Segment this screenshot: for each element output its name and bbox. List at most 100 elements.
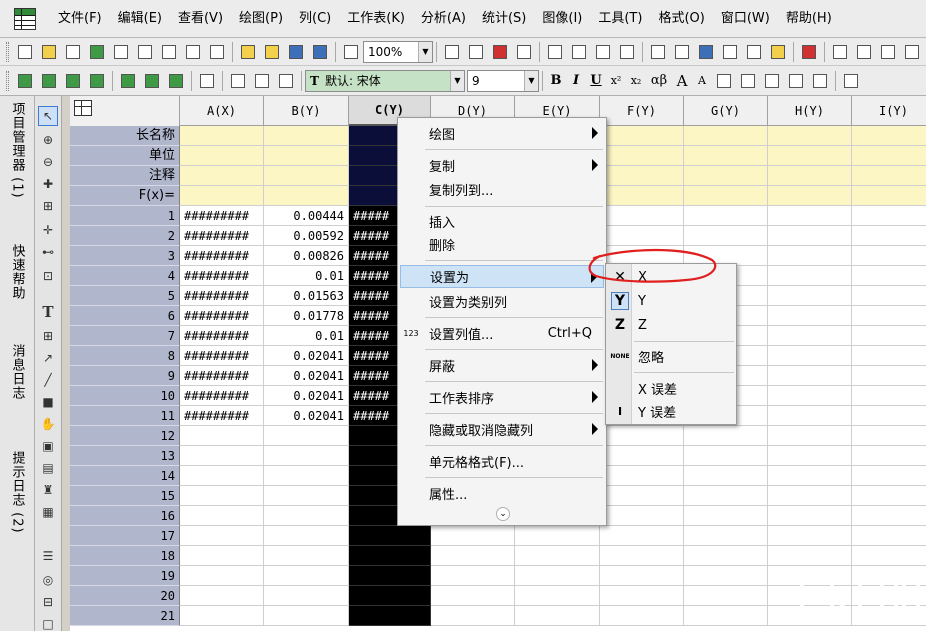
cell-i[interactable] [852, 466, 926, 486]
cell-i[interactable] [852, 266, 926, 286]
cell-h[interactable] [768, 446, 852, 466]
row-header[interactable]: 21 [70, 606, 180, 626]
cell-a[interactable] [180, 126, 264, 146]
row-header[interactable]: 4 [70, 266, 180, 286]
cell-h[interactable] [768, 286, 852, 306]
cell-c[interactable] [349, 526, 431, 546]
cell-d[interactable] [431, 586, 515, 606]
add-column-icon[interactable] [798, 41, 820, 63]
submenu-item-y[interactable]: YY [608, 290, 734, 313]
results-log-icon[interactable] [513, 41, 535, 63]
worksheet-properties-icon[interactable] [86, 70, 108, 92]
underline-style-icon[interactable] [713, 70, 735, 92]
bold-button[interactable]: B [546, 70, 566, 92]
cell-a[interactable] [180, 166, 264, 186]
cell-h[interactable] [768, 206, 852, 226]
font-select[interactable]: T 默认: 宋体 ▼ [305, 69, 465, 92]
cell-b[interactable]: 0.01778 [264, 306, 349, 326]
cell-b[interactable] [264, 146, 349, 166]
cell-a[interactable] [180, 606, 264, 626]
cell-b[interactable]: 0.00444 [264, 206, 349, 226]
menu-item-set-as[interactable]: 设置为 [400, 265, 604, 288]
transpose-icon[interactable] [165, 70, 187, 92]
cell-b[interactable] [264, 606, 349, 626]
equation-tool-icon[interactable]: ⊟ [38, 592, 58, 612]
cell-b[interactable] [264, 586, 349, 606]
menu-item-copy[interactable]: 复制 [400, 154, 604, 177]
data-reader-icon[interactable]: ⊞ [38, 196, 58, 216]
cell-h[interactable] [768, 246, 852, 266]
cell-b[interactable] [264, 186, 349, 206]
menu-item-sort-worksheet[interactable]: 工作表排序 [400, 386, 604, 409]
row-header[interactable]: 6 [70, 306, 180, 326]
cell-a[interactable]: ######### [180, 286, 264, 306]
cell-i[interactable] [852, 166, 926, 186]
row-header[interactable]: 12 [70, 426, 180, 446]
row-header[interactable]: 14 [70, 466, 180, 486]
cell-h[interactable] [768, 526, 852, 546]
menu-item-hide-unhide-columns[interactable]: 隐藏或取消隐藏列 [400, 418, 604, 441]
row-header[interactable]: 9 [70, 366, 180, 386]
superscript-button[interactable]: x² [606, 70, 626, 92]
calendar-icon[interactable] [743, 41, 765, 63]
cell-a[interactable] [180, 526, 264, 546]
cell-e[interactable] [515, 526, 600, 546]
cell-a[interactable] [180, 586, 264, 606]
menu-image[interactable]: 图像(I) [534, 7, 590, 31]
meta-row-label[interactable]: 单位 [70, 146, 180, 166]
menu-plot[interactable]: 绘图(P) [231, 7, 291, 31]
cell-h[interactable] [768, 546, 852, 566]
row-header[interactable]: 15 [70, 486, 180, 506]
project-explorer-icon[interactable] [647, 41, 669, 63]
submenu-item-y-error[interactable]: I Y 误差 [608, 400, 734, 423]
stack-columns-icon[interactable] [117, 70, 139, 92]
new-excel-icon[interactable] [86, 41, 108, 63]
cell-a[interactable] [180, 566, 264, 586]
cell-i[interactable] [852, 386, 926, 406]
zoom-out-icon[interactable]: ⊖ [38, 152, 58, 172]
new-layout-icon[interactable] [182, 41, 204, 63]
cell-i[interactable] [852, 326, 926, 346]
col-header-g[interactable]: G(Y) [684, 96, 768, 126]
menu-file[interactable]: 文件(F) [50, 7, 110, 31]
cell-e[interactable] [515, 586, 600, 606]
rectangle-tool-icon[interactable]: ■ [38, 392, 58, 412]
new-function-icon[interactable] [134, 41, 156, 63]
cell-a[interactable] [180, 486, 264, 506]
menu-help[interactable]: 帮助(H) [778, 7, 840, 31]
row-header[interactable]: 17 [70, 526, 180, 546]
decrease-font-button[interactable]: A [692, 70, 712, 92]
meta-row-label[interactable]: F(x)= [70, 186, 180, 206]
cell-h[interactable] [768, 426, 852, 446]
menu-item-properties[interactable]: 属性... [400, 482, 604, 505]
cell-b[interactable] [264, 486, 349, 506]
add-new-columns-icon[interactable] [14, 70, 36, 92]
cell-a[interactable] [180, 146, 264, 166]
command-window-icon[interactable] [592, 41, 614, 63]
cell-b[interactable] [264, 466, 349, 486]
font-color-icon[interactable] [809, 70, 831, 92]
menu-item-cell-format[interactable]: 单元格格式(F)... [400, 450, 604, 473]
cell-b[interactable]: 0.02041 [264, 406, 349, 426]
screen-reader-icon[interactable]: ✚ [38, 174, 58, 194]
cell-h[interactable] [768, 326, 852, 346]
pointer-icon[interactable]: ↖ [38, 106, 58, 126]
row-header[interactable]: 1 [70, 206, 180, 226]
cell-c[interactable] [349, 586, 431, 606]
menu-tools[interactable]: 工具(T) [590, 7, 650, 31]
cell-h[interactable] [768, 146, 852, 166]
col-header-i[interactable]: I(Y) [852, 96, 926, 126]
cell-g[interactable] [684, 126, 768, 146]
row-header[interactable]: 19 [70, 566, 180, 586]
submenu-item-disregard[interactable]: NONE 忽略 [608, 345, 734, 368]
cell-i[interactable] [852, 186, 926, 206]
cell-d[interactable] [431, 606, 515, 626]
cell-f[interactable] [600, 446, 684, 466]
toolbar-grip[interactable] [6, 70, 9, 91]
cell-g[interactable] [684, 566, 768, 586]
cell-i[interactable] [852, 146, 926, 166]
cell-c[interactable] [349, 566, 431, 586]
menu-edit[interactable]: 编辑(E) [110, 7, 170, 31]
paste-icon[interactable] [275, 70, 297, 92]
menu-statistics[interactable]: 统计(S) [474, 7, 534, 31]
